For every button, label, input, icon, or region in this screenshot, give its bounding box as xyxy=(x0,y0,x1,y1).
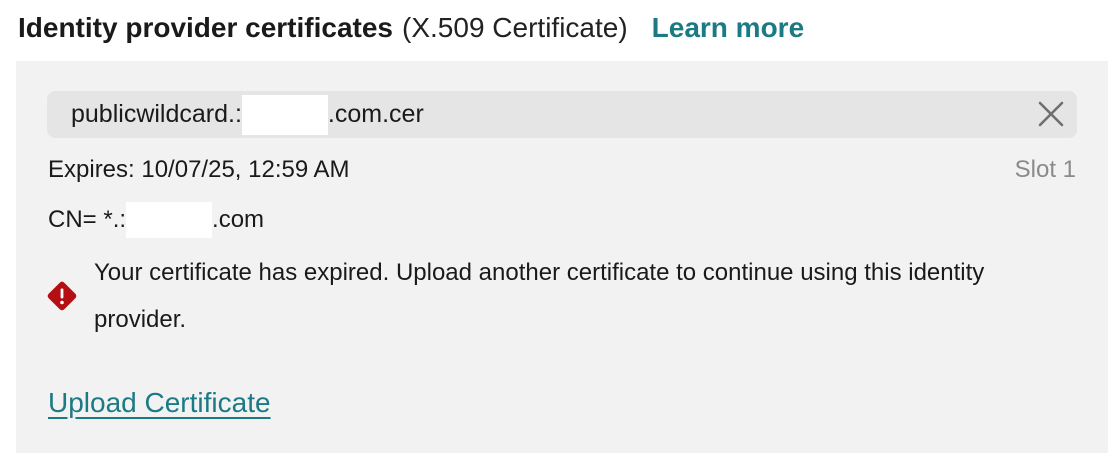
error-diamond-icon xyxy=(47,281,77,311)
expired-warning: Your certificate has expired. Upload ano… xyxy=(46,249,1076,343)
certificate-file-field: publicwildcard.: .com.cer xyxy=(47,91,1077,138)
section-subtitle: (X.509 Certificate) xyxy=(402,12,628,43)
close-icon xyxy=(1038,101,1064,127)
certificate-common-name: CN= *.: .com xyxy=(48,202,264,238)
warning-message: Your certificate has expired. Upload ano… xyxy=(94,259,985,333)
certificate-file-name-prefix: publicwildcard.: xyxy=(71,100,242,128)
section-title: Identity provider certificates xyxy=(18,12,394,43)
redacted-block xyxy=(241,94,328,135)
certificate-cn-suffix: .com xyxy=(212,206,265,233)
certificate-cn-prefix: CN= *.: xyxy=(48,206,127,233)
remove-certificate-button[interactable] xyxy=(1037,100,1065,128)
learn-more-link[interactable]: Learn more xyxy=(652,12,805,44)
redacted-block xyxy=(126,202,213,238)
certificate-panel: publicwildcard.: .com.cer Expires: 10/07… xyxy=(16,61,1108,453)
certificate-slot: Slot 1 xyxy=(1014,156,1076,183)
certificate-expiry: Expires: 10/07/25, 12:59 AM xyxy=(48,156,350,183)
upload-certificate-link[interactable]: Upload Certificate xyxy=(48,387,271,419)
section-header: Identity provider certificates (X.509 Ce… xyxy=(18,8,804,48)
certificate-file-name-suffix: .com.cer xyxy=(327,100,424,128)
certificate-file-name: publicwildcard.: .com.cer xyxy=(71,94,424,135)
